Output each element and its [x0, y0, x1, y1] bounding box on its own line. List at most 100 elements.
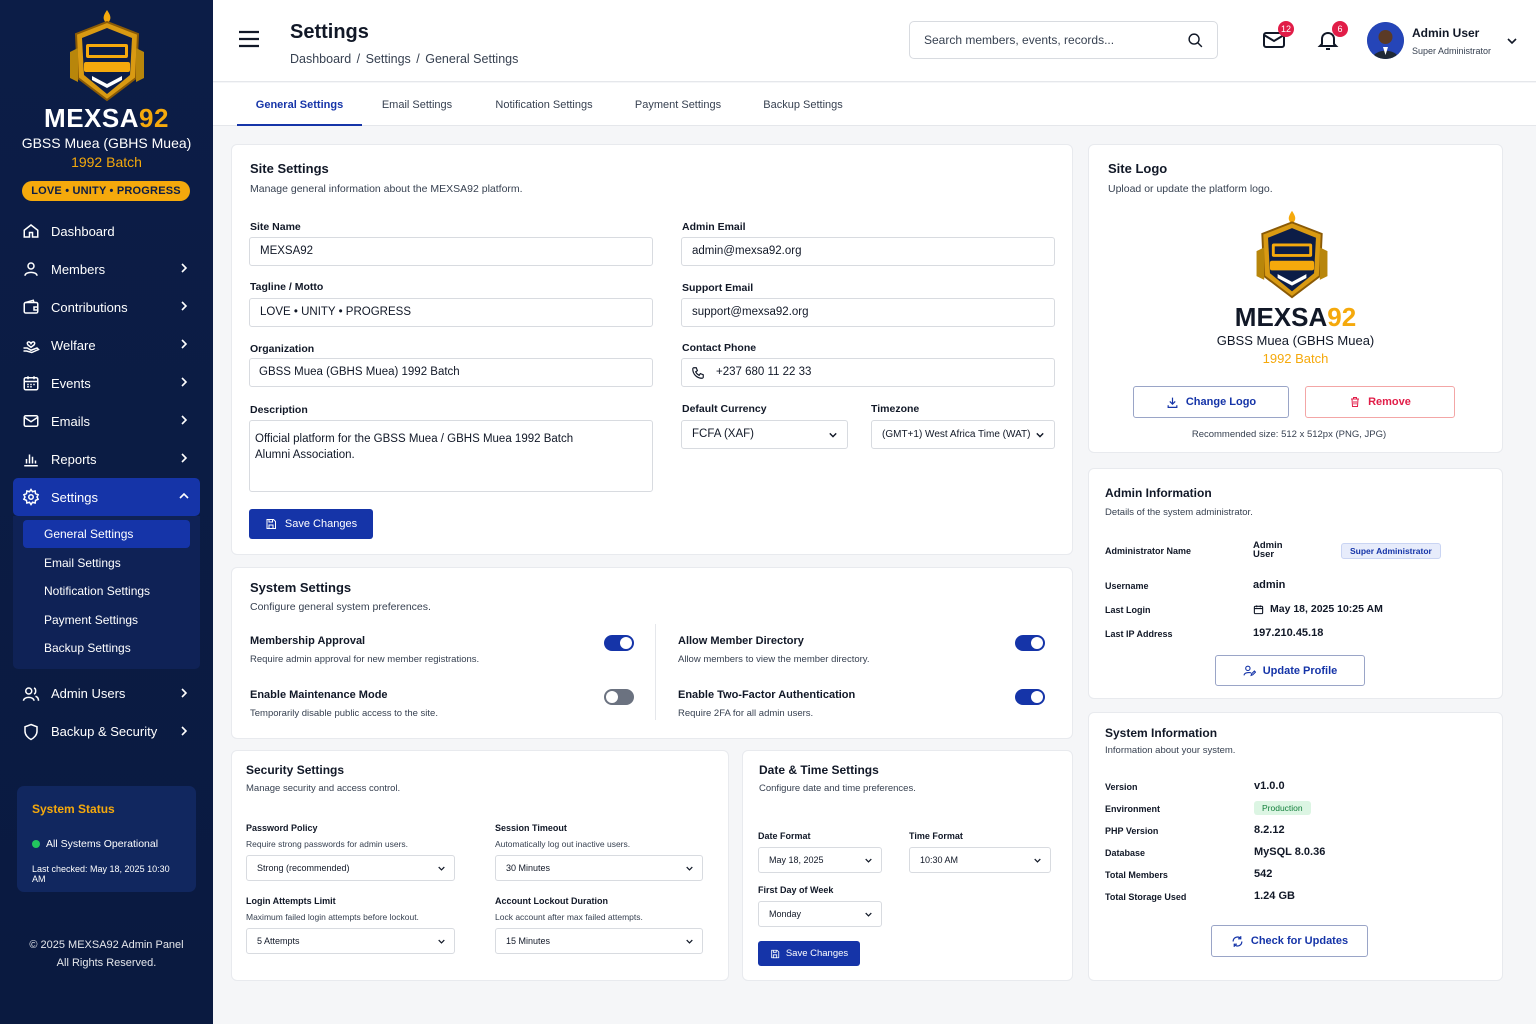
tab-email-settings[interactable]: Email Settings: [373, 83, 461, 126]
timezone-select[interactable]: (GMT+1) West Africa Time (WAT): [871, 420, 1055, 449]
session-timeout-select[interactable]: 30 Minutes: [495, 855, 703, 881]
tab-backup-settings[interactable]: Backup Settings: [753, 83, 853, 126]
tagline-input[interactable]: LOVE • UNITY • PROGRESS: [249, 298, 653, 327]
hamburger-menu-icon[interactable]: [238, 30, 260, 48]
update-profile-button[interactable]: Update Profile: [1215, 655, 1365, 686]
card-title: Site Settings: [250, 161, 329, 176]
sidebar-item-admin-users[interactable]: Admin Users: [13, 675, 200, 713]
contact-phone-input[interactable]: +237 680 11 22 33: [681, 358, 1055, 387]
sidebar-item-label: Events: [51, 375, 91, 391]
search-icon[interactable]: [1187, 32, 1204, 49]
users-icon: [22, 686, 40, 701]
sidebar-item-label: Settings: [51, 489, 98, 505]
status-checked: Last checked: May 18, 2025 10:30 AM: [32, 864, 170, 884]
total-members-value: 542: [1254, 868, 1273, 880]
tab-general-settings[interactable]: General Settings: [237, 83, 362, 126]
password-policy-value: Strong (recommended): [257, 863, 350, 873]
login-attempts-label: Login Attempts Limit: [246, 896, 336, 906]
first-day-select[interactable]: Monday: [758, 901, 882, 927]
sidebar-item-welfare[interactable]: Welfare: [13, 326, 200, 364]
php-version-label: PHP Version: [1105, 826, 1159, 836]
two-factor-toggle[interactable]: [1015, 689, 1045, 705]
last-ip-label: Last IP Address: [1105, 629, 1173, 639]
breadcrumb-settings[interactable]: Settings: [366, 52, 411, 66]
chevron-right-icon: [181, 687, 188, 698]
chevron-down-icon[interactable]: [1507, 36, 1517, 46]
role-badge: Super Administrator: [1341, 543, 1441, 559]
date-format-select[interactable]: May 18, 2025: [758, 847, 882, 873]
avatar[interactable]: [1367, 22, 1404, 59]
sidebar-item-emails[interactable]: Emails: [13, 402, 200, 440]
sidebar-item-label: Contributions: [51, 299, 128, 315]
chevron-right-icon: [181, 377, 188, 387]
page-title: Settings: [290, 21, 369, 43]
notification-button[interactable]: 6: [1316, 21, 1348, 52]
settings-subnav: General Settings Email Settings Notifica…: [13, 516, 200, 669]
card-title: Security Settings: [246, 763, 345, 777]
subnav-email-settings[interactable]: Email Settings: [23, 549, 190, 577]
currency-label: Default Currency: [682, 403, 767, 415]
maintenance-mode-toggle[interactable]: [604, 689, 634, 705]
site-name-input[interactable]: MEXSA92: [249, 237, 653, 266]
tab-notification-settings[interactable]: Notification Settings: [483, 83, 605, 126]
sidebar-item-members[interactable]: Members: [13, 250, 200, 288]
subnav-backup-settings[interactable]: Backup Settings: [23, 634, 190, 662]
sidebar-item-events[interactable]: Events: [13, 364, 200, 402]
storage-value: 1.24 GB: [1254, 890, 1295, 902]
storage-label: Total Storage Used: [1105, 892, 1187, 902]
card-subtitle: Manage security and access control.: [246, 783, 401, 794]
search-input[interactable]: [924, 33, 1174, 47]
logo-preview-batch: 1992 Batch: [1262, 351, 1329, 366]
sidebar-item-backup-security[interactable]: Backup & Security: [13, 713, 200, 751]
support-email-input[interactable]: support@mexsa92.org: [681, 298, 1055, 327]
check-updates-button[interactable]: Check for Updates: [1211, 925, 1368, 957]
mail-button[interactable]: 12: [1262, 21, 1294, 52]
lockout-duration-select[interactable]: 15 Minutes: [495, 928, 703, 954]
login-attempts-select[interactable]: 5 Attempts: [246, 928, 455, 954]
user-name[interactable]: Admin User: [1412, 26, 1479, 40]
change-logo-label: Change Logo: [1185, 396, 1257, 408]
sidebar-item-settings[interactable]: Settings: [13, 478, 200, 516]
description-textarea[interactable]: Official platform for the GBSS Muea / GB…: [249, 420, 653, 492]
session-timeout-desc: Automatically log out inactive users.: [495, 839, 631, 849]
sidebar-item-contributions[interactable]: Contributions: [13, 288, 200, 326]
sidebar-item-label: Members: [51, 261, 106, 277]
time-format-select[interactable]: 10:30 AM: [909, 847, 1051, 873]
admin-email-input[interactable]: admin@mexsa92.org: [681, 237, 1055, 266]
card-title: System Settings: [250, 580, 352, 595]
chevron-up-icon: [179, 492, 189, 499]
maintenance-mode-title: Enable Maintenance Mode: [250, 689, 388, 701]
sidebar-item-dashboard[interactable]: Dashboard: [13, 212, 200, 250]
organization-input[interactable]: GBSS Muea (GBHS Muea) 1992 Batch: [249, 358, 653, 387]
save-changes-label: Save Changes: [785, 948, 849, 959]
status-dot-icon: [32, 840, 40, 848]
last-login-text: May 18, 2025 10:25 AM: [1270, 603, 1383, 615]
password-policy-select[interactable]: Strong (recommended): [246, 855, 455, 881]
chevron-right-icon: [181, 725, 188, 736]
mail-icon: [23, 415, 39, 427]
member-directory-toggle[interactable]: [1015, 635, 1045, 651]
check-updates-label: Check for Updates: [1250, 935, 1349, 947]
subnav-notification-settings[interactable]: Notification Settings: [23, 577, 190, 605]
breadcrumb-dashboard[interactable]: Dashboard: [290, 52, 351, 66]
date-time-settings-card: Date & Time Settings Configure date and …: [742, 750, 1073, 981]
contact-phone-label: Contact Phone: [682, 342, 757, 354]
change-logo-button[interactable]: Change Logo: [1133, 386, 1289, 418]
save-changes-button[interactable]: Save Changes: [249, 509, 373, 539]
subnav-payment-settings[interactable]: Payment Settings: [23, 606, 190, 634]
breadcrumb-separator: /: [416, 52, 420, 66]
remove-logo-button[interactable]: Remove: [1305, 386, 1455, 418]
card-subtitle: Configure date and time preferences.: [759, 783, 916, 794]
currency-select[interactable]: FCFA (XAF): [681, 420, 848, 449]
membership-approval-toggle[interactable]: [604, 635, 634, 651]
tab-payment-settings[interactable]: Payment Settings: [626, 83, 730, 126]
refresh-icon: [1232, 935, 1243, 947]
chevron-right-icon: [181, 339, 188, 349]
calendar-icon: [23, 376, 39, 391]
sidebar-item-reports[interactable]: Reports: [13, 440, 200, 478]
copyright: © 2025 MEXSA92 Admin Panel All Rights Re…: [0, 936, 213, 972]
datetime-save-button[interactable]: Save Changes: [758, 941, 860, 966]
subnav-general-settings[interactable]: General Settings: [23, 520, 190, 548]
first-day-label: First Day of Week: [758, 885, 834, 895]
chevron-down-icon: [438, 866, 445, 871]
